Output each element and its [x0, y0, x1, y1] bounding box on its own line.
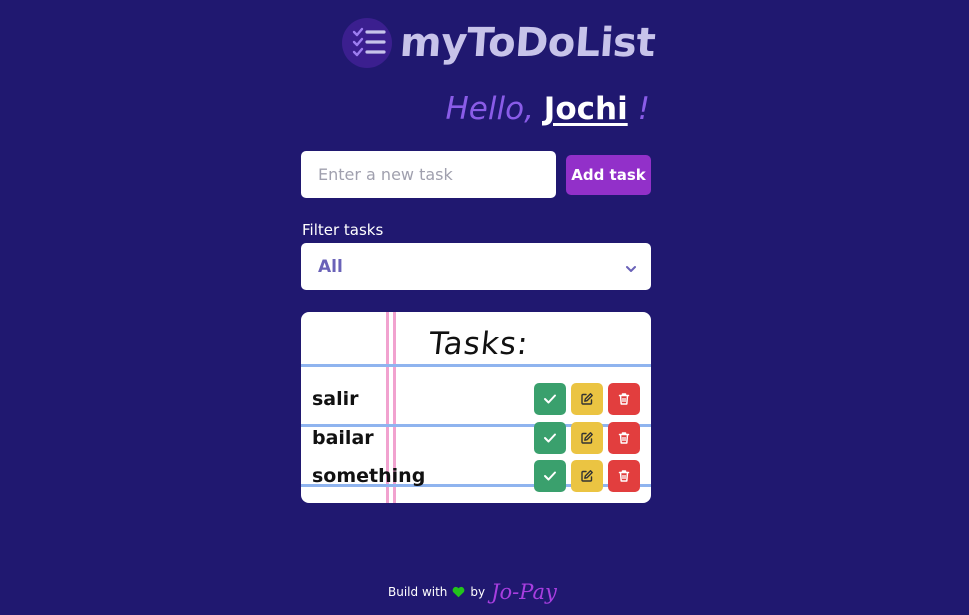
complete-task-button[interactable]: [534, 383, 566, 415]
task-row: bailar: [301, 422, 651, 454]
task-name: something: [312, 465, 426, 487]
edit-icon: [581, 432, 593, 444]
delete-task-button[interactable]: [608, 422, 640, 454]
app-logo: myToDoList: [342, 14, 657, 72]
heart-icon: [452, 586, 465, 598]
add-task-button[interactable]: Add task: [566, 155, 651, 195]
tasks-card: Tasks: salir bailar something: [301, 312, 651, 503]
checklist-icon: [342, 18, 392, 68]
delete-task-button[interactable]: [608, 460, 640, 492]
task-name: bailar: [312, 427, 374, 449]
trash-icon: [618, 470, 630, 482]
task-row: something: [301, 460, 651, 492]
filter-label: Filter tasks: [302, 221, 384, 239]
new-task-input[interactable]: [301, 151, 556, 198]
footer-text-before: Build with: [388, 585, 448, 599]
complete-task-button[interactable]: [534, 422, 566, 454]
author-brand-link[interactable]: Jo-Pay: [491, 580, 557, 604]
check-icon: [544, 471, 556, 481]
greeting: Hello, Jochi !: [300, 91, 651, 127]
edit-task-button[interactable]: [571, 383, 603, 415]
check-icon: [544, 394, 556, 404]
app-title: myToDoList: [398, 20, 657, 66]
footer: Build with by Jo-Pay: [388, 580, 557, 604]
edit-icon: [581, 393, 593, 405]
task-name: salir: [312, 388, 359, 410]
chevron-down-icon: [625, 260, 637, 279]
trash-icon: [618, 393, 630, 405]
edit-task-button[interactable]: [571, 460, 603, 492]
tasks-title: Tasks:: [427, 326, 531, 362]
greeting-suffix: !: [637, 91, 650, 127]
footer-text-after: by: [470, 585, 486, 599]
user-name: Jochi: [543, 91, 628, 127]
delete-task-button[interactable]: [608, 383, 640, 415]
check-icon: [544, 433, 556, 443]
rule-line: [301, 364, 651, 367]
filter-selected-value: All: [318, 256, 343, 277]
task-row: salir: [301, 383, 651, 415]
filter-select[interactable]: All: [301, 243, 651, 290]
edit-task-button[interactable]: [571, 422, 603, 454]
trash-icon: [618, 432, 630, 444]
greeting-prefix: Hello,: [445, 91, 534, 127]
complete-task-button[interactable]: [534, 460, 566, 492]
edit-icon: [581, 470, 593, 482]
